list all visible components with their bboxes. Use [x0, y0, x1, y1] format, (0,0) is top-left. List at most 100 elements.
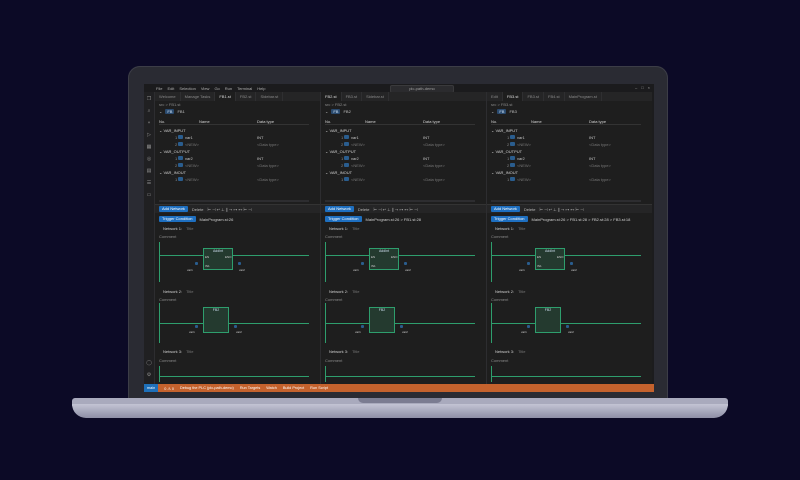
run-script[interactable]: Run Script: [310, 386, 328, 390]
horizontal-scrollbar[interactable]: [159, 200, 309, 202]
table-row[interactable]: 2 <NEW> <Data type>: [159, 141, 309, 148]
trigger-condition-button[interactable]: Trigger Condition: [159, 216, 196, 222]
var-type[interactable]: <Data type>: [257, 176, 279, 183]
network-comment[interactable]: Comment: [325, 358, 342, 363]
input-pin[interactable]: [527, 262, 530, 265]
table-row[interactable]: 2 <NEW> <Data type>: [325, 162, 475, 169]
editor-tab[interactable]: FB2.st: [321, 92, 342, 101]
var-section[interactable]: ⌄ VAR_INOUT: [491, 169, 641, 176]
editor-tab[interactable]: Welcome: [155, 92, 181, 101]
var-section[interactable]: ⌄ VAR_INPUT: [159, 127, 309, 134]
var-section[interactable]: ⌄ VAR_INPUT: [325, 127, 475, 134]
editor-tab[interactable]: FB2.st: [236, 92, 257, 101]
var-name[interactable]: var1: [185, 134, 193, 141]
editor-tab[interactable]: FB3.st: [502, 92, 524, 101]
run-targets[interactable]: Run Targets: [240, 386, 260, 390]
close-icon[interactable]: ×: [648, 85, 650, 90]
var-name[interactable]: <NEW>: [351, 141, 365, 148]
ladder-tools[interactable]: ⊢ ⊣ ↩ ⊥ ∥ ⊸ ⊶ ⊷ ⊢ ⊣: [539, 207, 583, 212]
trigger-condition-button[interactable]: Trigger Condition: [325, 216, 362, 222]
var-name[interactable]: var1: [517, 134, 525, 141]
menu-edit[interactable]: Edit: [167, 86, 174, 91]
var-type[interactable]: INT: [257, 134, 263, 141]
network-title[interactable]: Title: [186, 289, 193, 294]
network-comment[interactable]: Comment: [491, 358, 508, 363]
table-row[interactable]: 2 <NEW> <Data type>: [325, 141, 475, 148]
input-pin[interactable]: [195, 262, 198, 265]
menu-terminal[interactable]: Terminal: [237, 86, 252, 91]
network-comment[interactable]: Comment: [159, 297, 176, 302]
monitor-icon[interactable]: ▤: [146, 168, 152, 174]
breadcrumb[interactable]: src > FB3.st: [491, 102, 512, 107]
maximize-icon[interactable]: □: [641, 85, 643, 90]
table-row[interactable]: 1 var1 INT: [159, 134, 309, 141]
delete-button[interactable]: Delete: [192, 207, 204, 212]
fb-selector[interactable]: ⌄ FB FB3: [491, 109, 517, 114]
menu-go[interactable]: Go: [214, 86, 219, 91]
fb-call-block[interactable]: FB2: [369, 307, 395, 333]
delete-button[interactable]: Delete: [358, 207, 370, 212]
editor-tab[interactable]: Manage Tasks: [181, 92, 216, 101]
network-title[interactable]: Title: [518, 226, 525, 231]
editor-tab[interactable]: Sidebar.st: [256, 92, 284, 101]
var-section[interactable]: ⌄ VAR_INOUT: [325, 169, 475, 176]
network-title[interactable]: Title: [186, 349, 193, 354]
input-pin[interactable]: [195, 325, 198, 328]
input-pin[interactable]: [361, 325, 364, 328]
output-pin[interactable]: [566, 325, 569, 328]
var-name[interactable]: <NEW>: [185, 176, 199, 183]
network-title[interactable]: Title: [518, 349, 525, 354]
var-name[interactable]: var2: [185, 155, 193, 162]
network-title[interactable]: Title: [352, 289, 359, 294]
var-type[interactable]: <Data type>: [423, 176, 445, 183]
horizontal-scrollbar[interactable]: [325, 200, 475, 202]
ladder-tools[interactable]: ⊢ ⊣ ↩ ⊥ ∥ ⊸ ⊶ ⊷ ⊢ ⊣: [207, 207, 251, 212]
var-type[interactable]: INT: [423, 155, 429, 162]
watch-status[interactable]: Watch: [266, 386, 277, 390]
var-type[interactable]: INT: [589, 155, 595, 162]
breadcrumb[interactable]: src > FB1.st: [159, 102, 180, 107]
minimize-icon[interactable]: –: [635, 85, 637, 90]
trigger-condition-button[interactable]: Trigger Condition: [491, 216, 528, 222]
add-network-button[interactable]: Add Network: [491, 206, 520, 212]
var-type[interactable]: <Data type>: [423, 162, 445, 169]
var-type[interactable]: <Data type>: [589, 141, 611, 148]
var-type[interactable]: <Data type>: [423, 141, 445, 148]
var-type[interactable]: INT: [257, 155, 263, 162]
menu-help[interactable]: Help: [257, 86, 265, 91]
table-row[interactable]: 2 <NEW> <Data type>: [491, 141, 641, 148]
table-row[interactable]: 1 var1 INT: [325, 134, 475, 141]
network-title[interactable]: Title: [186, 226, 193, 231]
var-name[interactable]: <NEW>: [517, 141, 531, 148]
table-row[interactable]: 1 var2 INT: [325, 155, 475, 162]
network-title[interactable]: Title: [352, 226, 359, 231]
editor-tab[interactable]: Sidebar.st: [362, 92, 389, 101]
network-comment[interactable]: Comment: [159, 358, 176, 363]
var-name[interactable]: <NEW>: [517, 162, 531, 169]
table-row[interactable]: 1 <NEW> <Data type>: [325, 176, 475, 183]
network-comment[interactable]: Comment: [325, 297, 342, 302]
gear-icon[interactable]: ⚙: [146, 372, 152, 378]
var-name[interactable]: <NEW>: [517, 176, 531, 183]
source-control-icon[interactable]: ⑂: [146, 120, 152, 126]
input-pin[interactable]: [361, 262, 364, 265]
var-type[interactable]: <Data type>: [257, 162, 279, 169]
search-icon[interactable]: ⌕: [146, 108, 152, 114]
network-comment[interactable]: Comment: [159, 234, 176, 239]
var-name[interactable]: <NEW>: [351, 176, 365, 183]
add-network-button[interactable]: Add Network: [159, 206, 188, 212]
output-pin[interactable]: [570, 262, 573, 265]
var-name[interactable]: var2: [351, 155, 359, 162]
editor-tab[interactable]: Edit: [487, 92, 503, 101]
editor-tab[interactable]: FB3.st: [342, 92, 363, 101]
branch-indicator[interactable]: main: [144, 384, 159, 392]
table-row[interactable]: 2 <NEW> <Data type>: [159, 162, 309, 169]
var-name[interactable]: <NEW>: [185, 162, 199, 169]
terminal-icon[interactable]: ▭: [146, 192, 152, 198]
var-type[interactable]: <Data type>: [257, 141, 279, 148]
output-pin[interactable]: [400, 325, 403, 328]
network-comment[interactable]: Comment: [491, 234, 508, 239]
table-row[interactable]: 1 <NEW> <Data type>: [159, 176, 309, 183]
fb-call-block[interactable]: FB2: [203, 307, 229, 333]
editor-tab[interactable]: MainProgram.st: [565, 92, 602, 101]
